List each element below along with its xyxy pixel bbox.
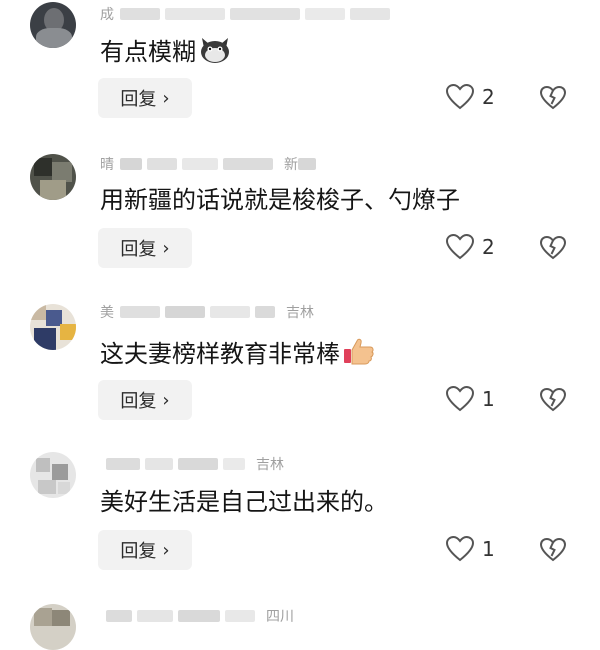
like-button[interactable]: 1 xyxy=(446,536,495,562)
like-count: 2 xyxy=(482,235,495,259)
like-count: 1 xyxy=(482,387,495,411)
chevron-right-icon: › xyxy=(162,389,170,411)
broken-heart-icon xyxy=(539,85,567,110)
reply-label: 回复 xyxy=(120,541,157,562)
dislike-button[interactable] xyxy=(539,235,567,264)
heart-outline-icon xyxy=(446,234,474,260)
like-count: 2 xyxy=(482,85,495,109)
dislike-button[interactable] xyxy=(539,85,567,114)
comment-meta: 四川 xyxy=(100,608,294,625)
reply-button[interactable]: 回复 › xyxy=(98,78,192,118)
user-name[interactable]: 美 xyxy=(100,302,114,322)
user-location: 新 xyxy=(284,157,298,173)
comment-text: 这夫妻榜样教育非常棒 xyxy=(100,336,376,374)
comment-text: 用新疆的话说就是梭梭子、勺燎子 xyxy=(100,184,460,216)
dislike-button[interactable] xyxy=(539,387,567,416)
reply-label: 回复 xyxy=(120,391,157,412)
user-location: 吉林 xyxy=(256,457,284,473)
avatar[interactable] xyxy=(30,604,76,650)
like-button[interactable]: 1 xyxy=(446,386,495,412)
user-location: 吉林 xyxy=(286,305,314,321)
comment-text-content: 用新疆的话说就是梭梭子、勺燎子 xyxy=(100,186,460,214)
dislike-button[interactable] xyxy=(539,537,567,566)
chevron-right-icon: › xyxy=(162,237,170,259)
comment-meta: 成 xyxy=(100,4,395,24)
like-button[interactable]: 2 xyxy=(446,84,495,110)
comment-meta: 美 吉林 xyxy=(100,302,314,322)
reply-button[interactable]: 回复 › xyxy=(98,380,192,420)
user-name[interactable]: 晴 xyxy=(100,154,114,174)
thumbs-up-emoji xyxy=(342,336,376,374)
avatar[interactable] xyxy=(30,2,76,48)
like-button[interactable]: 2 xyxy=(446,234,495,260)
heart-outline-icon xyxy=(446,84,474,110)
user-location: 四川 xyxy=(266,609,294,625)
broken-heart-icon xyxy=(539,235,567,260)
avatar[interactable] xyxy=(30,304,76,350)
chevron-right-icon: › xyxy=(162,87,170,109)
broken-heart-icon xyxy=(539,387,567,412)
heart-outline-icon xyxy=(446,386,474,412)
comment-text-content: 这夫妻榜样教育非常棒 xyxy=(100,340,340,368)
comment-text: 美好生活是自己过出来的。 xyxy=(100,486,388,518)
broken-heart-icon xyxy=(539,537,567,562)
comment-meta: 吉林 xyxy=(100,456,284,473)
avatar[interactable] xyxy=(30,154,76,200)
comment-text: 有点模糊 xyxy=(100,34,232,72)
comment-text-content: 美好生活是自己过出来的。 xyxy=(100,488,388,516)
reply-label: 回复 xyxy=(120,89,157,110)
like-count: 1 xyxy=(482,537,495,561)
chevron-right-icon: › xyxy=(162,539,170,561)
heart-outline-icon xyxy=(446,536,474,562)
comment-text-content: 有点模糊 xyxy=(100,38,196,66)
user-name[interactable]: 成 xyxy=(100,4,114,24)
reply-label: 回复 xyxy=(120,239,157,260)
reply-button[interactable]: 回复 › xyxy=(98,530,192,570)
avatar[interactable] xyxy=(30,452,76,498)
comment-meta: 晴 新 xyxy=(100,154,321,174)
cat-face-emoji xyxy=(198,34,232,72)
reply-button[interactable]: 回复 › xyxy=(98,228,192,268)
